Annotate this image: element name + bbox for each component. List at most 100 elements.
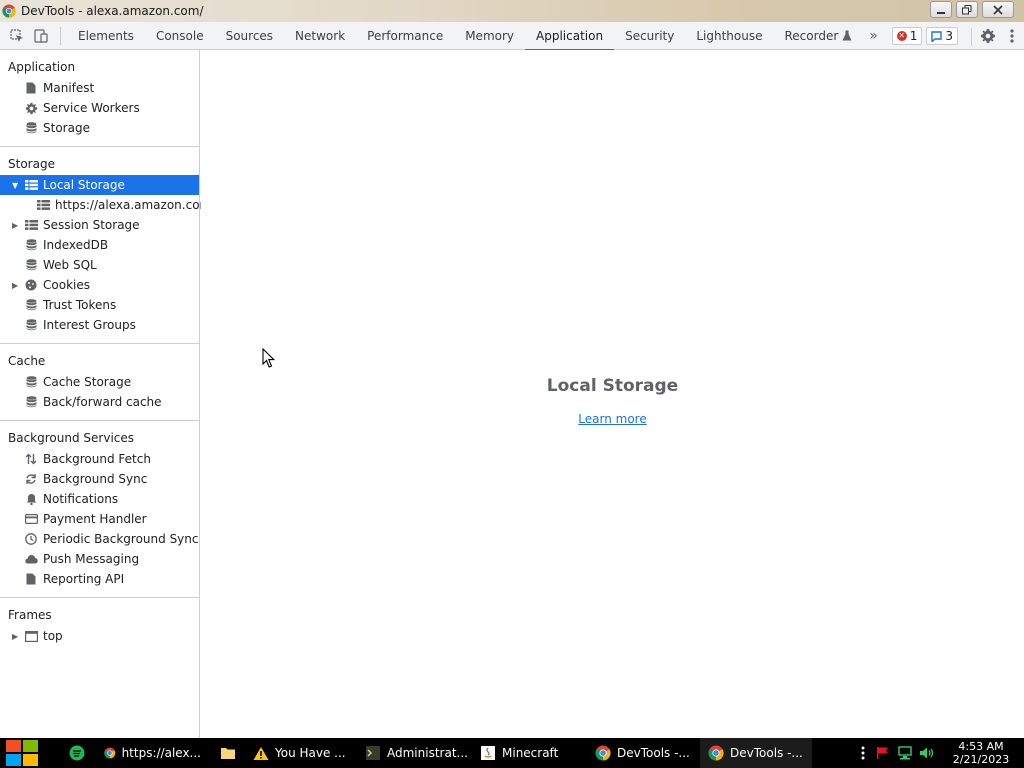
learn-more-link[interactable]: Learn more bbox=[201, 412, 1024, 426]
error-icon: ✕ bbox=[896, 31, 907, 41]
start-button[interactable] bbox=[0, 738, 44, 768]
warning-icon bbox=[253, 746, 269, 760]
sidebar-item-label: Local Storage bbox=[43, 178, 125, 192]
sidebar-item-label: Web SQL bbox=[43, 258, 97, 272]
sidebar-item-session-storage[interactable]: ▶ Session Storage bbox=[0, 215, 199, 235]
frame-icon bbox=[24, 629, 38, 643]
taskbar-item-label: Administrat... bbox=[387, 746, 468, 760]
sidebar-item-label: Interest Groups bbox=[43, 318, 136, 332]
tab-memory[interactable]: Memory bbox=[454, 22, 525, 50]
taskbar-clock[interactable]: 4:53 AM 2/21/2023 bbox=[938, 740, 1024, 766]
taskbar-pinned-app[interactable] bbox=[64, 738, 90, 768]
sidebar-item-background-sync[interactable]: Background Sync bbox=[0, 469, 199, 489]
sidebar-item-reporting-api[interactable]: Reporting API bbox=[0, 569, 199, 589]
expand-arrow-icon[interactable]: ▶ bbox=[12, 281, 20, 290]
network-icon bbox=[898, 746, 912, 760]
restore-icon bbox=[962, 4, 972, 14]
sidebar-item-periodic-background-sync[interactable]: Periodic Background Sync bbox=[0, 529, 199, 549]
tab-application[interactable]: Application bbox=[525, 22, 615, 51]
tab-lighthouse[interactable]: Lighthouse bbox=[685, 22, 773, 50]
section-storage: Storage ▼ Local Storage https://alexa.am… bbox=[0, 147, 211, 344]
window-title: DevTools - alexa.amazon.com/ bbox=[21, 4, 204, 18]
database-icon bbox=[24, 238, 38, 252]
sidebar-item-trust-tokens[interactable]: Trust Tokens bbox=[0, 295, 199, 315]
expand-arrow-icon[interactable]: ▶ bbox=[12, 632, 20, 641]
taskbar-item-admin[interactable]: Administrat... bbox=[357, 738, 472, 768]
cookie-icon bbox=[24, 278, 38, 292]
settings-button[interactable] bbox=[980, 28, 996, 47]
restore-button[interactable] bbox=[956, 1, 978, 18]
database-icon bbox=[24, 318, 38, 332]
kebab-menu-icon bbox=[1010, 29, 1014, 43]
bell-icon bbox=[24, 492, 38, 506]
tab-console[interactable]: Console bbox=[145, 22, 215, 50]
message-count-badge[interactable]: 3 bbox=[926, 27, 958, 45]
taskbar-item-devtools-2[interactable]: DevTools -... bbox=[700, 738, 812, 768]
sidebar-item-local-storage-origin[interactable]: https://alexa.amazon.com bbox=[0, 195, 211, 215]
database-icon bbox=[24, 375, 38, 389]
inspect-element-button[interactable] bbox=[10, 28, 24, 43]
tab-sources[interactable]: Sources bbox=[215, 22, 284, 50]
tray-network[interactable] bbox=[894, 738, 916, 768]
sidebar-item-label: top bbox=[43, 629, 63, 643]
database-icon bbox=[24, 395, 38, 409]
sidebar-item-background-fetch[interactable]: Background Fetch bbox=[0, 449, 199, 469]
section-frames: Frames ▶ top bbox=[0, 598, 199, 654]
sidebar-item-manifest[interactable]: Manifest bbox=[0, 78, 199, 98]
sidebar-item-web-sql[interactable]: Web SQL bbox=[0, 255, 199, 275]
tab-recorder[interactable]: Recorder bbox=[774, 22, 864, 50]
sidebar-item-interest-groups[interactable]: Interest Groups bbox=[0, 315, 199, 335]
database-icon bbox=[24, 258, 38, 272]
more-tabs-button[interactable]: » bbox=[869, 28, 878, 44]
sidebar-item-label: Reporting API bbox=[43, 572, 125, 586]
tab-network[interactable]: Network bbox=[284, 22, 356, 50]
sidebar-item-local-storage[interactable]: ▼ Local Storage bbox=[0, 175, 199, 195]
expand-arrow-icon[interactable]: ▼ bbox=[12, 181, 20, 190]
clock-date: 2/21/2023 bbox=[952, 753, 1010, 766]
sidebar-item-label: Background Fetch bbox=[43, 452, 151, 466]
expand-arrow-icon[interactable]: ▶ bbox=[12, 221, 20, 230]
tab-recorder-label: Recorder bbox=[784, 28, 839, 43]
card-icon bbox=[24, 512, 38, 526]
sidebar-item-payment-handler[interactable]: Payment Handler bbox=[0, 509, 199, 529]
chat-app-icon bbox=[69, 745, 85, 761]
sidebar-item-notifications[interactable]: Notifications bbox=[0, 489, 199, 509]
close-button[interactable] bbox=[982, 1, 1014, 18]
sidebar-item-label: IndexedDB bbox=[43, 238, 109, 252]
taskbar-item-devtools-1[interactable]: DevTools -... bbox=[587, 738, 700, 768]
sidebar-item-service-workers[interactable]: Service Workers bbox=[0, 98, 199, 118]
cloud-icon bbox=[24, 552, 38, 566]
error-count: 1 bbox=[909, 29, 918, 43]
sidebar-item-push-messaging[interactable]: Push Messaging bbox=[0, 549, 199, 569]
windows-logo-icon bbox=[6, 740, 38, 766]
tray-overflow-button[interactable] bbox=[854, 738, 872, 768]
tab-security[interactable]: Security bbox=[614, 22, 685, 50]
more-options-button[interactable] bbox=[1010, 28, 1014, 47]
error-count-badge[interactable]: ✕ 1 bbox=[891, 27, 923, 45]
system-tray: 4:53 AM 2/21/2023 bbox=[854, 738, 1024, 768]
tab-elements[interactable]: Elements bbox=[67, 22, 145, 50]
taskbar-item-label: You Have ... bbox=[275, 746, 346, 760]
grid-icon bbox=[36, 198, 50, 212]
taskbar-file-explorer[interactable] bbox=[215, 738, 241, 768]
sidebar-item-top-frame[interactable]: ▶ top bbox=[0, 626, 199, 646]
section-title-application: Application bbox=[8, 60, 76, 74]
section-title-background-services: Background Services bbox=[8, 431, 135, 445]
taskbar-item-browser[interactable]: https://alex... bbox=[96, 738, 201, 768]
taskbar-item-minecraft[interactable]: Minecraft bbox=[472, 738, 587, 768]
tray-action-center[interactable] bbox=[872, 738, 894, 768]
tab-performance[interactable]: Performance bbox=[356, 22, 454, 50]
minimize-button[interactable] bbox=[930, 1, 952, 18]
sidebar-item-cache-storage[interactable]: Cache Storage bbox=[0, 372, 199, 392]
sidebar-item-indexeddb[interactable]: IndexedDB bbox=[0, 235, 199, 255]
tray-volume[interactable] bbox=[916, 738, 938, 768]
section-title-cache: Cache bbox=[8, 354, 46, 368]
sidebar-item-storage[interactable]: Storage bbox=[0, 118, 199, 138]
windows-taskbar: https://alex... You Have ... Administrat… bbox=[0, 738, 1024, 768]
device-toolbar-button[interactable] bbox=[34, 28, 48, 43]
sidebar-item-back-forward-cache[interactable]: Back/forward cache bbox=[0, 392, 199, 412]
gear-icon bbox=[24, 101, 38, 115]
taskbar-item-warning[interactable]: You Have ... bbox=[245, 738, 357, 768]
sidebar-item-cookies[interactable]: ▶ Cookies bbox=[0, 275, 199, 295]
section-application: Application Manifest Service Workers Sto… bbox=[0, 50, 199, 147]
